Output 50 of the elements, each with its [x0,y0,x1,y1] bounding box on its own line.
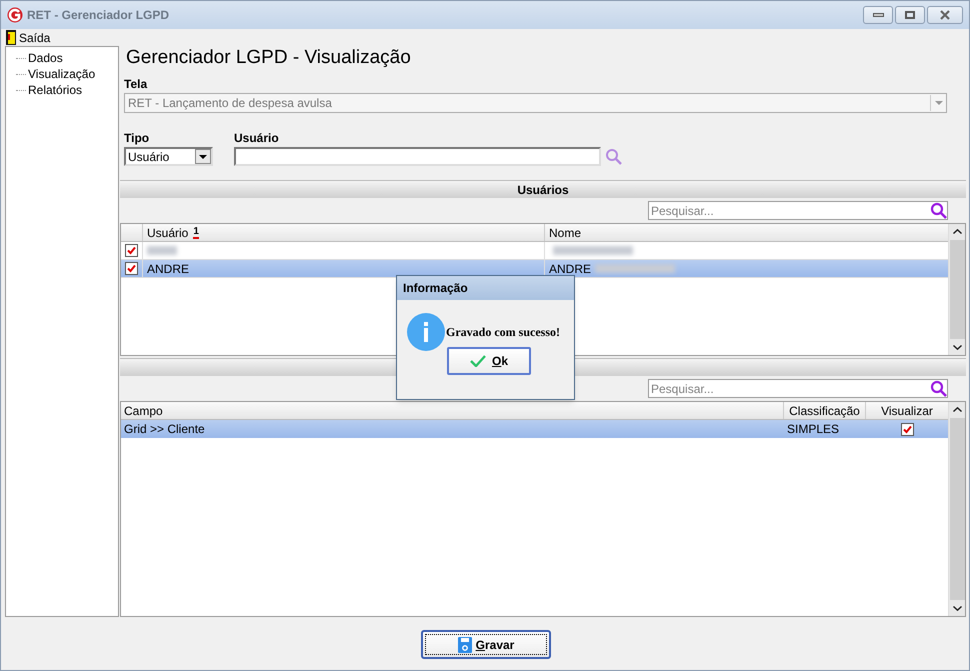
sort-indicator: 1 [193,226,199,238]
ok-button[interactable]: Ok [447,347,531,375]
search-field[interactable]: Pesquisar... [648,201,948,220]
section-header: Usuários [120,180,966,198]
exit-door-icon [6,30,16,45]
search-icon[interactable] [930,380,948,398]
window-title: RET - Gerenciador LGPD [27,7,170,24]
table-cell-text: ANDRE [549,260,592,278]
scroll-down-icon[interactable] [952,345,962,350]
close-icon [939,10,951,20]
scrollbar[interactable] [948,224,965,355]
scroll-up-icon[interactable] [952,229,962,234]
field-label: Tipo [124,130,150,147]
table-cell-text: SIMPLES [787,421,840,438]
search-field[interactable]: Pesquisar... [648,379,948,398]
info-icon [407,313,445,351]
dropdown-arrow-icon[interactable] [199,154,207,158]
checkbox[interactable] [900,422,914,436]
app-logo-icon [7,7,23,23]
table-cell-text: Grid >> Cliente [124,421,205,438]
field-label: Usuário [234,130,280,147]
dialog-title: Informação [397,276,574,300]
column-header[interactable]: Campo [121,402,784,419]
column-header[interactable]: Usuário 1 [143,224,545,241]
user-input-field[interactable] [234,147,601,166]
close-button[interactable] [927,6,963,24]
checkbox[interactable] [125,244,138,257]
scroll-down-icon[interactable] [952,606,962,611]
column-header[interactable]: Classificação [784,402,866,419]
type-dropdown[interactable]: Usuário [124,147,213,166]
screen-dropdown[interactable]: RET - Lançamento de despesa avulsa [124,93,947,113]
dialog-message: Gravado com sucesso! [446,324,560,341]
checkmark-icon [470,355,486,367]
tree-item[interactable]: Dados [28,49,63,67]
field-label: Tela [124,76,148,93]
page-title: Gerenciador LGPD - Visualização [126,46,412,70]
table-row[interactable]: ANDRE ANDRE [121,260,948,278]
save-button[interactable]: Gravar [421,630,551,659]
tree-item[interactable]: Visualização [28,65,96,83]
column-header[interactable]: Nome [545,224,948,241]
search-icon[interactable] [930,202,948,220]
minimize-button[interactable] [863,6,893,24]
checkbox[interactable] [125,262,138,275]
column-header[interactable]: Visualizar [866,402,948,419]
scroll-up-icon[interactable] [952,407,962,412]
table-row[interactable]: Grid >> Cliente SIMPLES [121,420,948,438]
scrollbar[interactable] [948,402,965,616]
tree-item[interactable]: Relatórios [28,81,82,99]
table-cell-text: ANDRE [147,260,190,278]
maximize-button[interactable] [895,6,925,24]
